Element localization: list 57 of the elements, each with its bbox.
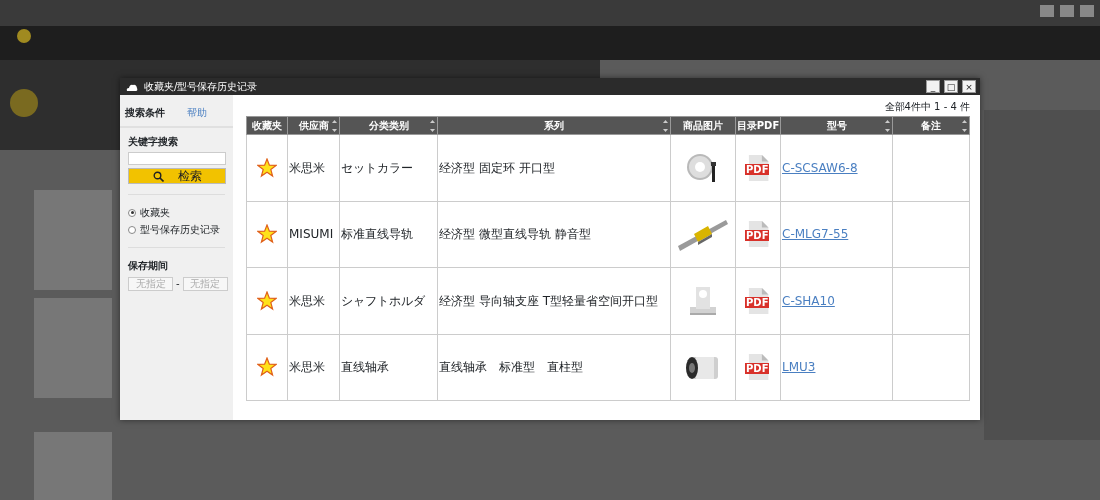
minimize-button[interactable]: _ [926,80,940,93]
star-icon[interactable] [257,357,277,378]
field-label: 关键字搜索 [128,135,179,149]
table-cell: 直线轴承 [339,334,438,401]
table-cell: 经济型 固定环 开口型 [437,134,671,201]
column-header: 目录PDF [736,120,780,131]
radio-label: 收藏夹 [140,206,170,220]
keyword-field[interactable] [128,152,226,165]
search-icon [152,170,164,182]
star-icon[interactable] [257,224,277,245]
cloud-icon [126,82,138,91]
column-header: 分类类别 [368,120,409,131]
field-label: 保存期间 [128,259,169,273]
star-icon[interactable] [257,157,277,178]
pdf-badge: PDF [745,363,770,375]
table-cell: 米思米 [287,334,340,401]
search-button[interactable]: 检索 [128,168,226,184]
result-count: 全部4件中 1 - 4 件 [884,101,970,112]
panel-heading: 搜索条件 [125,106,165,120]
table-cell: 经济型 微型直线导轨 静音型 [437,201,671,268]
model-link[interactable]: C-SCSAW6-8 [782,160,858,175]
dialog-title: 收藏夹/型号保存历史记录 [144,80,258,94]
sort-icon[interactable] [332,120,337,132]
sort-icon[interactable] [663,120,668,132]
radio-label: 型号保存历史记录 [140,223,220,237]
table-cell: 经济型 导向轴支座 T型轻量省空间开口型 [437,267,671,334]
sort-icon[interactable] [430,120,435,132]
date-field[interactable]: 无指定 [128,276,173,291]
table-cell: 米思米 [287,267,340,334]
column-header: 收藏夹 [252,120,282,131]
radio-button[interactable] [128,225,136,234]
date-field[interactable]: 无指定 [182,276,228,291]
model-link[interactable]: C-SHA10 [782,293,835,308]
column-header: 型号 [826,120,847,131]
table-cell: 直线轴承 标准型 直柱型 [437,334,671,401]
pdf-badge: PDF [745,163,770,175]
model-link[interactable]: C-MLG7-55 [782,227,849,242]
star-icon[interactable] [257,290,277,311]
sort-icon[interactable] [962,120,967,132]
close-button[interactable]: × [962,80,976,93]
table-cell: シャフトホルダ [339,267,438,334]
sort-icon[interactable] [885,120,890,132]
date-separator: - [176,277,180,291]
column-header: 系列 [544,120,564,131]
table-cell: セットカラー [339,134,438,201]
table-cell: MISUMI [287,201,340,268]
table-cell: 标准直线导轨 [339,201,438,268]
radio-button[interactable] [128,208,136,217]
maximize-button[interactable]: □ [944,80,958,93]
column-header: 备注 [921,120,941,131]
column-header: 供应商 [298,120,329,131]
model-link[interactable]: LMU3 [782,360,816,375]
column-header: 商品图片 [683,120,723,131]
table-cell: 米思米 [287,134,340,201]
pdf-badge: PDF [745,230,770,242]
help-link[interactable]: 帮助 [187,105,207,120]
pdf-badge: PDF [745,296,770,308]
